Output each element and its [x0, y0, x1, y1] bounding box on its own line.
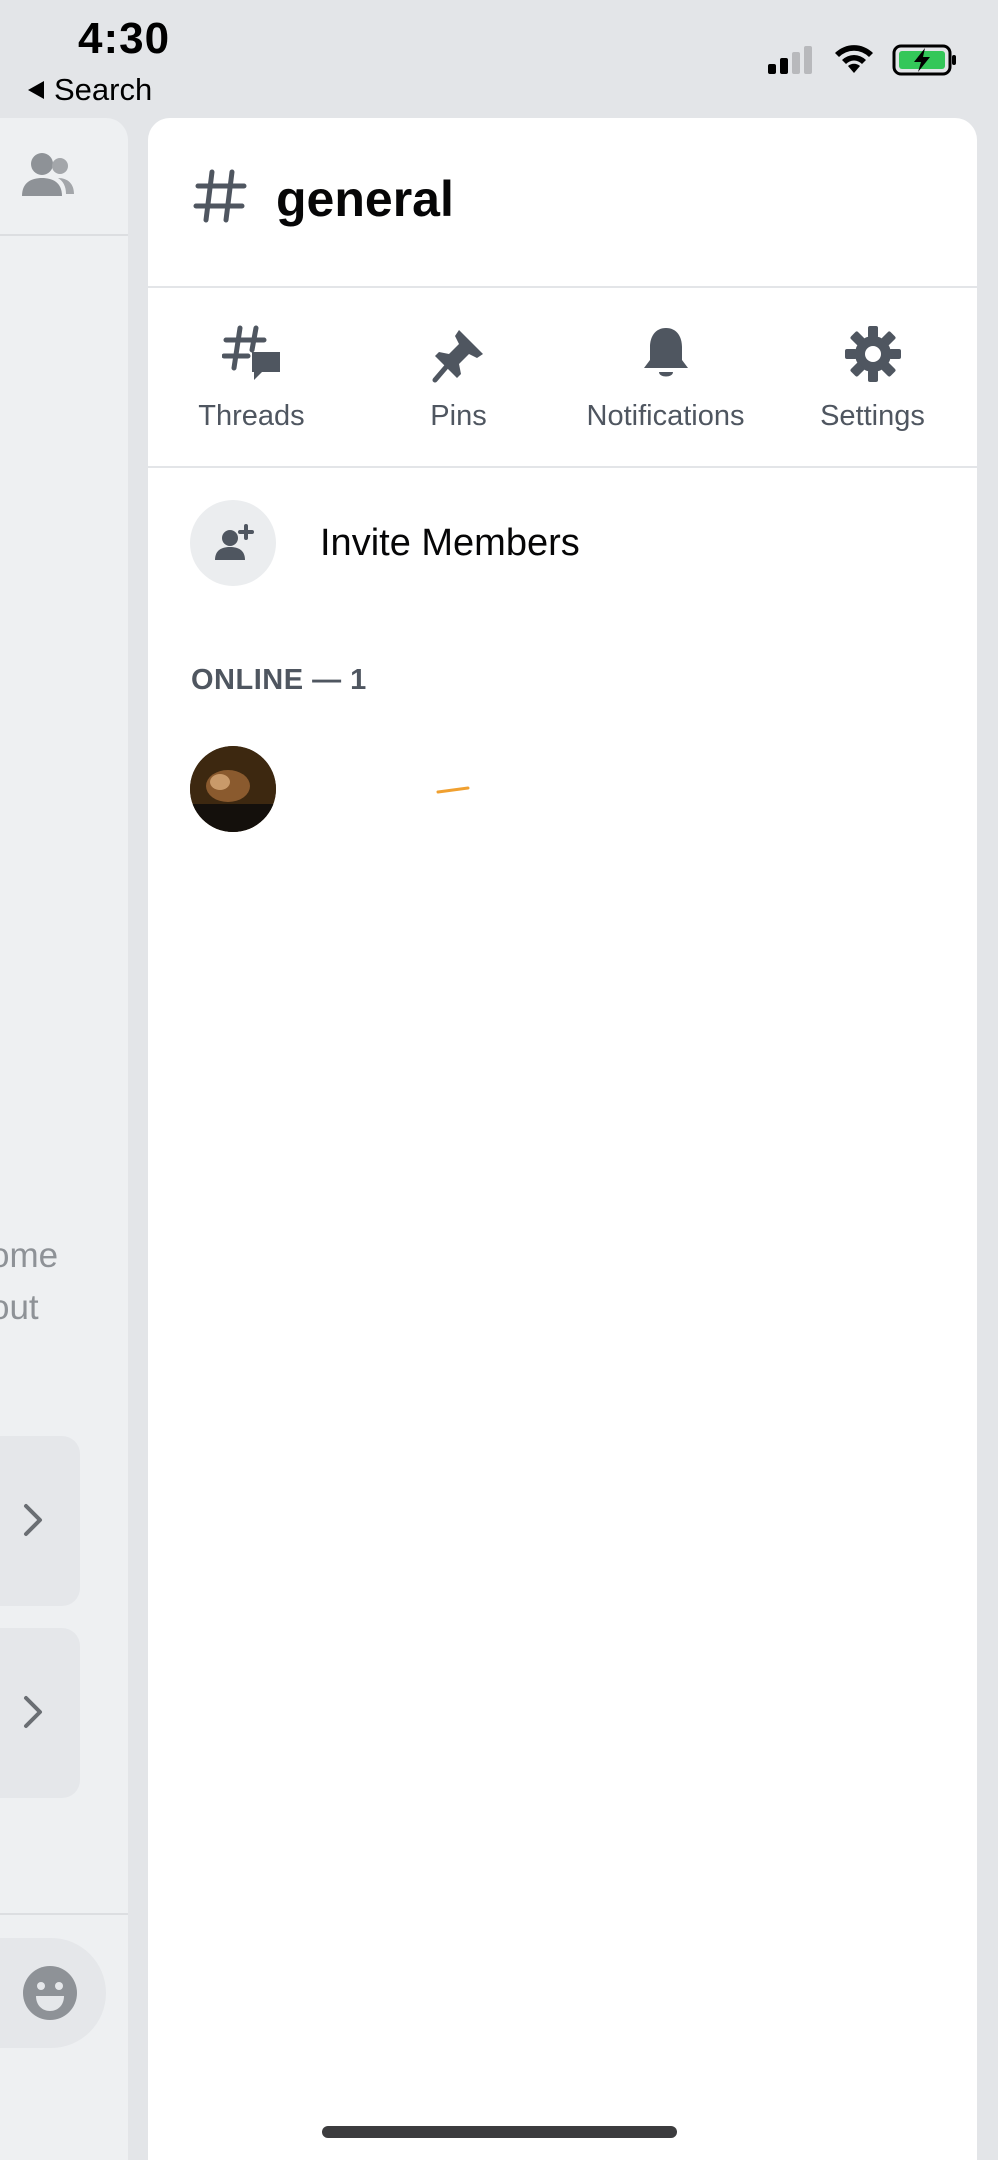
divider: [0, 1913, 128, 1915]
notifications-label: Notifications: [586, 400, 745, 432]
invite-icon-circle: [190, 500, 276, 586]
threads-button[interactable]: Threads: [148, 288, 355, 466]
members-icon[interactable]: [18, 150, 78, 202]
pin-icon: [432, 330, 483, 383]
status-time: 4:30: [78, 14, 171, 63]
settings-button[interactable]: Settings: [769, 288, 976, 466]
notifications-button[interactable]: Notifications: [562, 288, 769, 466]
back-label: Search: [54, 72, 153, 107]
background-card[interactable]: [0, 1628, 80, 1798]
gear-icon: [844, 326, 901, 382]
back-to-search-button[interactable]: Search: [28, 72, 152, 108]
invite-members-button[interactable]: Invite Members: [148, 490, 977, 610]
chevron-right-icon: [24, 1504, 42, 1536]
channel-details-sheet: general Threads Pins Notifications Setti…: [148, 118, 977, 2160]
background-channel-panel: ome out: [0, 118, 128, 2160]
home-indicator: [322, 2126, 677, 2138]
avatar: [190, 746, 276, 832]
back-arrow-icon: [28, 81, 44, 99]
emoji-icon: [23, 1966, 77, 2020]
background-card[interactable]: [0, 1436, 80, 1606]
channel-header: general: [148, 118, 977, 288]
threads-icon: [221, 325, 280, 380]
status-icons: [768, 44, 958, 76]
background-text-fragment: out: [0, 1288, 39, 1327]
pins-button[interactable]: Pins: [355, 288, 562, 466]
pins-label: Pins: [430, 400, 487, 432]
add-person-icon: [215, 524, 254, 560]
battery-charging-icon: [892, 44, 956, 76]
invite-members-label: Invite Members: [320, 522, 580, 564]
channel-title: general: [276, 171, 454, 227]
background-text-fragment: ome: [0, 1236, 59, 1275]
hashtag-icon: [193, 169, 247, 223]
status-bar: 4:30 Search: [0, 0, 998, 118]
channel-actions-row: Threads Pins Notifications Settings: [148, 288, 977, 468]
emoji-button[interactable]: [0, 1938, 106, 2048]
cellular-signal-icon: [768, 46, 812, 74]
settings-label: Settings: [820, 400, 925, 432]
wifi-icon: [835, 45, 873, 73]
chevron-right-icon: [24, 1696, 42, 1728]
online-section-header: ONLINE — 1: [191, 664, 367, 696]
member-name-redacted: [278, 779, 718, 809]
divider: [0, 234, 128, 236]
bell-icon: [643, 328, 688, 377]
member-list-item[interactable]: [148, 742, 977, 842]
threads-label: Threads: [198, 400, 305, 432]
